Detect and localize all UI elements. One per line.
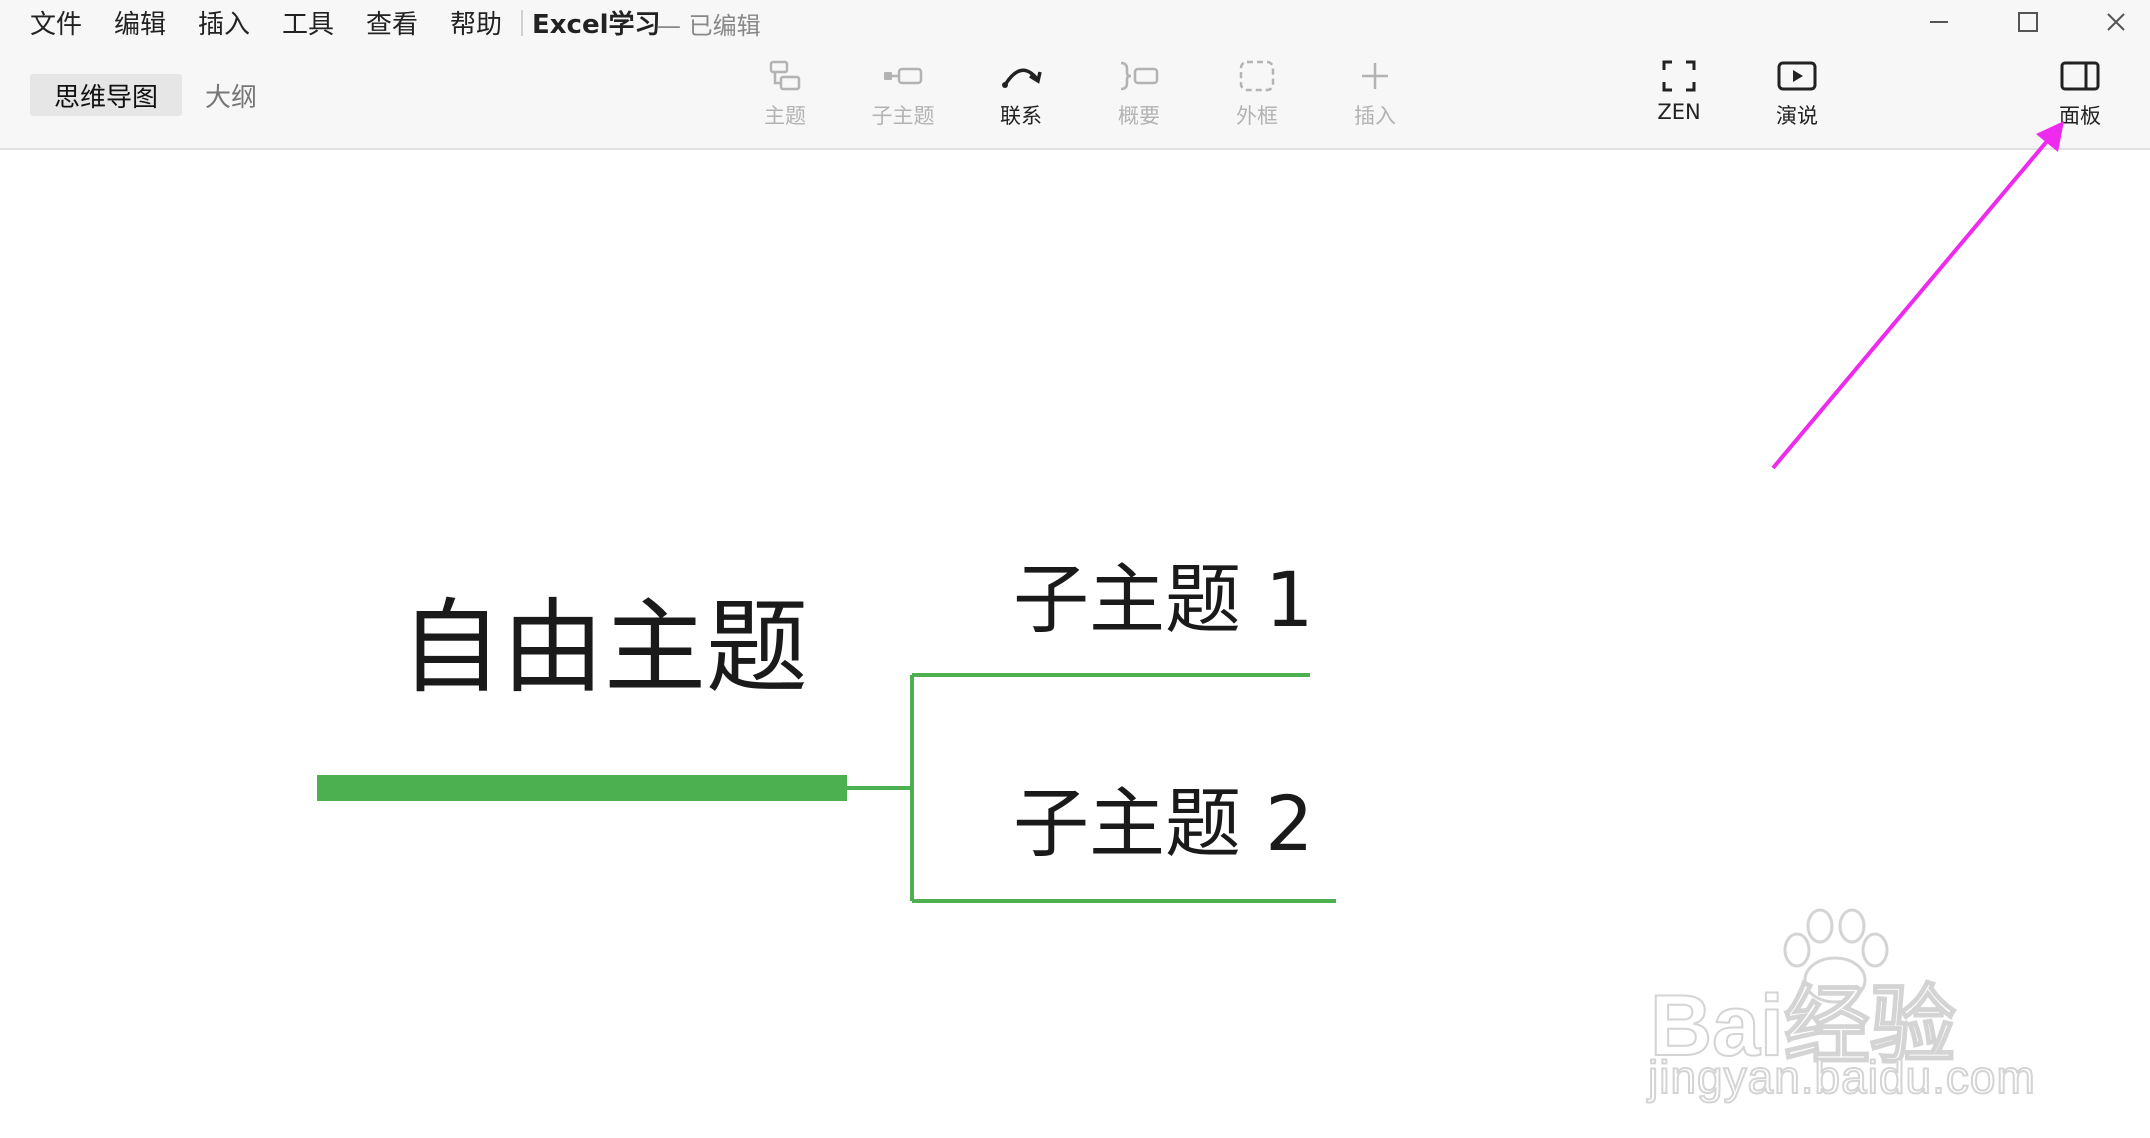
relationship-label: 联系: [1000, 104, 1042, 128]
central-topic-underline: [317, 775, 847, 801]
watermark-site: jingyan.baidu.com: [1647, 1050, 2036, 1104]
boundary-button[interactable]: 外框: [1202, 56, 1312, 140]
menu-edit[interactable]: 编辑: [114, 4, 166, 41]
play-icon: [1774, 56, 1820, 96]
minimize-button[interactable]: [1904, 0, 1974, 44]
subtopic-2[interactable]: 子主题 2: [1013, 786, 1314, 862]
present-label: 演说: [1776, 104, 1818, 128]
tab-mindmap[interactable]: 思维导图: [30, 74, 182, 116]
central-topic[interactable]: 自由主题: [400, 598, 808, 700]
topic-icon: [762, 56, 808, 96]
relationship-button[interactable]: 联系: [966, 56, 1076, 140]
panel-button[interactable]: 面板: [2025, 56, 2135, 140]
summary-label: 概要: [1118, 104, 1160, 128]
boundary-icon: [1234, 56, 1280, 96]
fullscreen-icon: [1656, 56, 1702, 96]
topic-label: 主题: [764, 104, 806, 128]
close-button[interactable]: [2081, 0, 2150, 44]
maximize-button[interactable]: [1993, 0, 2063, 44]
minimize-icon: [1930, 21, 1948, 23]
insert-label: 插入: [1354, 104, 1396, 128]
present-button[interactable]: 演说: [1742, 56, 1852, 140]
document-status: — 已编辑: [657, 12, 761, 40]
panel-label: 面板: [2059, 104, 2101, 128]
topic-button[interactable]: 主题: [730, 56, 840, 140]
zen-label: ZEN: [1657, 100, 1701, 124]
subtopic-icon: [880, 56, 926, 96]
maximize-icon: [2018, 12, 2038, 32]
title-bar: 文件 编辑 插入 工具 查看 帮助 Excel学习 — 已编辑: [0, 0, 2150, 48]
boundary-label: 外框: [1236, 104, 1278, 128]
zen-button[interactable]: ZEN: [1624, 56, 1734, 140]
close-icon: [2107, 13, 2125, 31]
menu-file[interactable]: 文件: [30, 4, 82, 41]
menu-help[interactable]: 帮助: [450, 4, 502, 41]
relationship-icon: [998, 56, 1044, 96]
mindmap-canvas[interactable]: 自由主题 子主题 1 子主题 2 Bai经验 jingyan.baidu.com: [0, 150, 2150, 1138]
subtopic-button[interactable]: 子主题: [848, 56, 958, 140]
summary-button[interactable]: 概要: [1084, 56, 1194, 140]
tab-outline[interactable]: 大纲: [196, 74, 266, 116]
panel-icon: [2057, 56, 2103, 96]
menu-tools[interactable]: 工具: [282, 4, 334, 41]
menu-view[interactable]: 查看: [366, 4, 418, 41]
menu-insert[interactable]: 插入: [198, 4, 250, 41]
toolbar: 思维导图 大纲 主题 子主题 联系 概要 外框 插入 ZEN 演说 面板: [0, 48, 2150, 150]
subtopic-1[interactable]: 子主题 1: [1013, 562, 1314, 638]
subtopic-label: 子主题: [871, 104, 935, 128]
plus-icon: [1352, 56, 1398, 96]
menu-divider: [521, 10, 523, 36]
document-title: Excel学习: [532, 10, 661, 40]
insert-button[interactable]: 插入: [1320, 56, 1430, 140]
summary-icon: [1116, 56, 1162, 96]
